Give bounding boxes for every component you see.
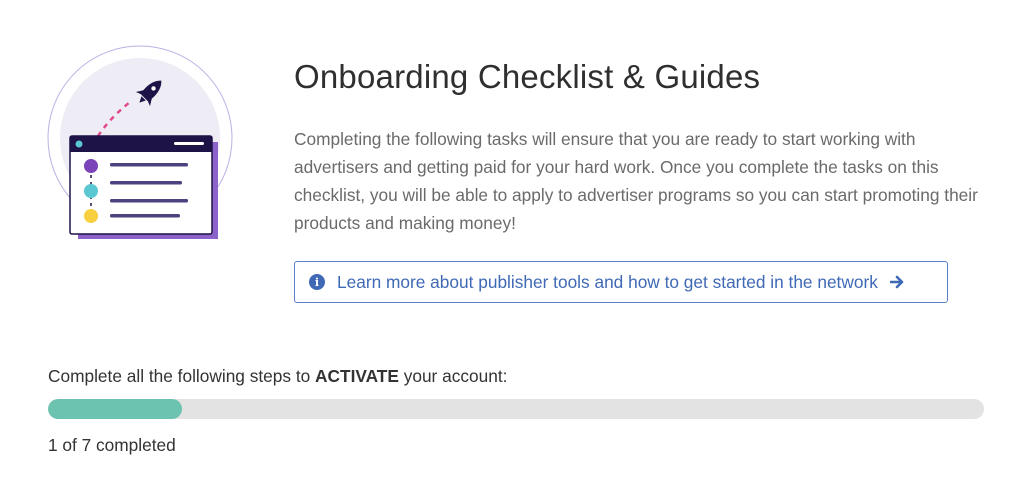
activation-prefix: Complete all the following steps to (48, 366, 316, 386)
checklist-line-2 (110, 181, 182, 185)
progress-status: 1 of 7 completed (48, 435, 176, 455)
info-circle-icon: i (309, 274, 325, 290)
checklist-dot-yellow (84, 209, 98, 223)
learn-more-button[interactable]: i Learn more about publisher tools and h… (294, 261, 948, 303)
checklist-rocket-illustration (47, 45, 233, 239)
titlebar-line (174, 142, 204, 145)
page-title: Onboarding Checklist & Guides (294, 58, 761, 95)
activation-emphasis: ACTIVATE (315, 366, 399, 386)
checklist-line-3 (110, 199, 188, 203)
learn-more-label: Learn more about publisher tools and how… (337, 271, 878, 292)
page-description: Completing the following tasks will ensu… (294, 129, 978, 233)
checklist-line-4 (110, 214, 180, 218)
progress-bar-fill (48, 399, 182, 419)
activation-instructions: Complete all the following steps to ACTI… (48, 366, 507, 387)
onboarding-illustration (46, 44, 246, 254)
activation-suffix: your account: (398, 366, 508, 386)
checklist-dot-cyan (84, 184, 98, 198)
progress-bar (48, 399, 984, 419)
titlebar-dot (75, 140, 83, 148)
checklist-line-1 (110, 163, 188, 167)
arrow-right-icon (889, 275, 905, 289)
checklist-dot-purple (84, 159, 98, 173)
